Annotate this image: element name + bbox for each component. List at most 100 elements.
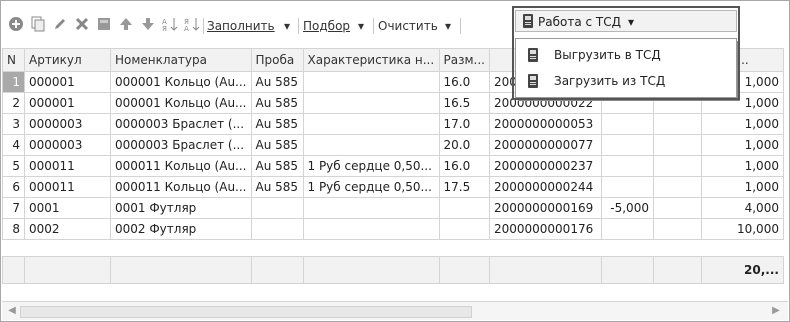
cell-barcode[interactable]: 2000000000053 (488, 113, 602, 135)
selection-dropdown-arrow[interactable]: ▾ (358, 19, 364, 33)
cell-probe[interactable]: Au 585 (250, 155, 304, 177)
cell-nomenclature[interactable]: 000011 Кольцо (Au... (110, 176, 252, 198)
scrollbar-thumb[interactable] (20, 306, 472, 318)
cell-characteristic[interactable] (302, 113, 440, 135)
cell-nomenclature[interactable]: 0000003 Браслет (... (110, 113, 252, 135)
cell-probe[interactable]: Au 585 (250, 113, 304, 135)
menu-item-download-tsd[interactable]: Загрузить из ТСД (516, 69, 736, 93)
fill-button[interactable]: Заполнить (207, 19, 275, 33)
cell-characteristic[interactable]: 1 Руб сердце 0,50... (302, 155, 440, 177)
cell-nomenclature[interactable]: 000001 Кольцо (Au... (110, 71, 252, 93)
cell-article[interactable]: 0000003 (24, 113, 111, 135)
cell-barcode[interactable]: 2000000000244 (488, 176, 602, 198)
cell-col9[interactable] (652, 113, 702, 135)
copy-row-icon[interactable] (28, 14, 48, 34)
cell-probe[interactable] (250, 218, 304, 240)
table-row[interactable]: 3 0000003 0000003 Браслет (... Au 585 17… (2, 113, 784, 135)
scroll-left-arrow-icon[interactable]: ◀ (6, 305, 18, 317)
cell-characteristic[interactable] (302, 92, 440, 114)
tsd-menu-button[interactable]: Работа с ТСД ▾ (515, 10, 737, 32)
cell-barcode[interactable]: 2000000000237 (488, 155, 602, 177)
table-row[interactable]: 5 000011 000011 Кольцо (Au... Au 585 1 Р… (2, 155, 784, 177)
sort-ascending-icon[interactable]: AЯ (160, 14, 180, 34)
cell-article[interactable]: 0001 (24, 197, 111, 219)
cell-characteristic[interactable] (302, 134, 440, 156)
delete-row-icon[interactable] (72, 14, 92, 34)
edit-pencil-icon[interactable] (50, 14, 70, 34)
cell-quantity[interactable]: 1,000 (700, 134, 784, 156)
table-row[interactable]: 7 0001 0001 Футляр 2000000000169 -5,000 … (2, 197, 784, 219)
table-row[interactable]: 8 0002 0002 Футляр 2000000000176 10,000 (2, 218, 784, 240)
end-edit-icon[interactable] (94, 14, 114, 34)
cell-col9[interactable] (652, 155, 702, 177)
cell-barcode[interactable]: 2000000000169 (488, 197, 602, 219)
cell-size[interactable]: 17.0 (438, 113, 490, 135)
cell-quantity[interactable]: 10,000 (700, 218, 784, 240)
cell-barcode[interactable]: 2000000000176 (488, 218, 602, 240)
cell-article[interactable]: 000001 (24, 71, 111, 93)
cell-col8[interactable] (600, 155, 654, 177)
cell-barcode[interactable]: 2000000000077 (488, 134, 602, 156)
clear-dropdown-arrow[interactable]: ▾ (445, 19, 451, 33)
cell-col9[interactable] (652, 176, 702, 198)
cell-quantity[interactable]: 1,000 (700, 113, 784, 135)
header-size[interactable]: Разм... (438, 48, 490, 72)
cell-size[interactable]: 17.5 (438, 176, 490, 198)
move-up-icon[interactable] (116, 14, 136, 34)
cell-characteristic[interactable] (302, 197, 440, 219)
cell-size[interactable]: 16.5 (438, 92, 490, 114)
header-n[interactable]: N (2, 48, 25, 72)
header-article[interactable]: Артикул (24, 48, 111, 72)
cell-nomenclature[interactable]: 000011 Кольцо (Au... (110, 155, 252, 177)
header-characteristic[interactable]: Характеристика н... (302, 48, 440, 72)
cell-article[interactable]: 000011 (24, 176, 111, 198)
cell-quantity[interactable]: 1,000 (700, 176, 784, 198)
cell-nomenclature[interactable]: 0000003 Браслет (... (110, 134, 252, 156)
cell-quantity[interactable]: 1,000 (700, 155, 784, 177)
cell-nomenclature[interactable]: 0002 Футляр (110, 218, 252, 240)
cell-probe[interactable]: Au 585 (250, 71, 304, 93)
cell-col8[interactable] (600, 134, 654, 156)
table-row[interactable]: 6 000011 000011 Кольцо (Au... Au 585 1 Р… (2, 176, 784, 198)
cell-col9[interactable] (652, 197, 702, 219)
cell-col8[interactable]: -5,000 (600, 197, 654, 219)
header-nomenclature[interactable]: Номенклатура (110, 48, 252, 72)
cell-characteristic[interactable] (302, 218, 440, 240)
cell-article[interactable]: 0000003 (24, 134, 111, 156)
clear-button[interactable]: Очистить (378, 19, 438, 33)
header-probe[interactable]: Проба (250, 48, 304, 72)
cell-probe[interactable]: Au 585 (250, 134, 304, 156)
horizontal-scrollbar[interactable]: ◀ ▶ (2, 301, 788, 320)
cell-col8[interactable] (600, 176, 654, 198)
cell-probe[interactable]: Au 585 (250, 92, 304, 114)
cell-col9[interactable] (652, 134, 702, 156)
table-empty-row (3, 240, 784, 257)
scroll-right-arrow-icon[interactable]: ▶ (770, 305, 782, 317)
fill-dropdown-arrow[interactable]: ▾ (284, 19, 290, 33)
cell-article[interactable]: 0002 (24, 218, 111, 240)
sort-descending-icon[interactable]: ЯA (182, 14, 202, 34)
table-row[interactable]: 4 0000003 0000003 Браслет (... Au 585 20… (2, 134, 784, 156)
cell-nomenclature[interactable]: 000001 Кольцо (Au... (110, 92, 252, 114)
cell-col8[interactable] (600, 113, 654, 135)
cell-article[interactable]: 000001 (24, 92, 111, 114)
cell-size[interactable]: 16.0 (438, 71, 490, 93)
selection-button[interactable]: Подбор (303, 19, 350, 33)
cell-size[interactable] (438, 218, 490, 240)
cell-characteristic[interactable] (302, 71, 440, 93)
move-down-icon[interactable] (138, 14, 158, 34)
add-row-icon[interactable] (6, 14, 26, 34)
menu-item-upload-tsd[interactable]: Выгрузить в ТСД (516, 43, 736, 67)
cell-probe[interactable] (250, 197, 304, 219)
cell-size[interactable]: 16.0 (438, 155, 490, 177)
cell-col9[interactable] (652, 218, 702, 240)
cell-col8[interactable] (600, 218, 654, 240)
cell-nomenclature[interactable]: 0001 Футляр (110, 197, 252, 219)
cell-size[interactable] (438, 197, 490, 219)
cell-quantity[interactable]: 4,000 (700, 197, 784, 219)
cell-article[interactable]: 000011 (24, 155, 111, 177)
cell-size[interactable]: 20.0 (438, 134, 490, 156)
row-number: 3 (2, 113, 25, 135)
cell-characteristic[interactable]: 1 Руб сердце 0,50... (302, 176, 440, 198)
cell-probe[interactable]: Au 585 (250, 176, 304, 198)
